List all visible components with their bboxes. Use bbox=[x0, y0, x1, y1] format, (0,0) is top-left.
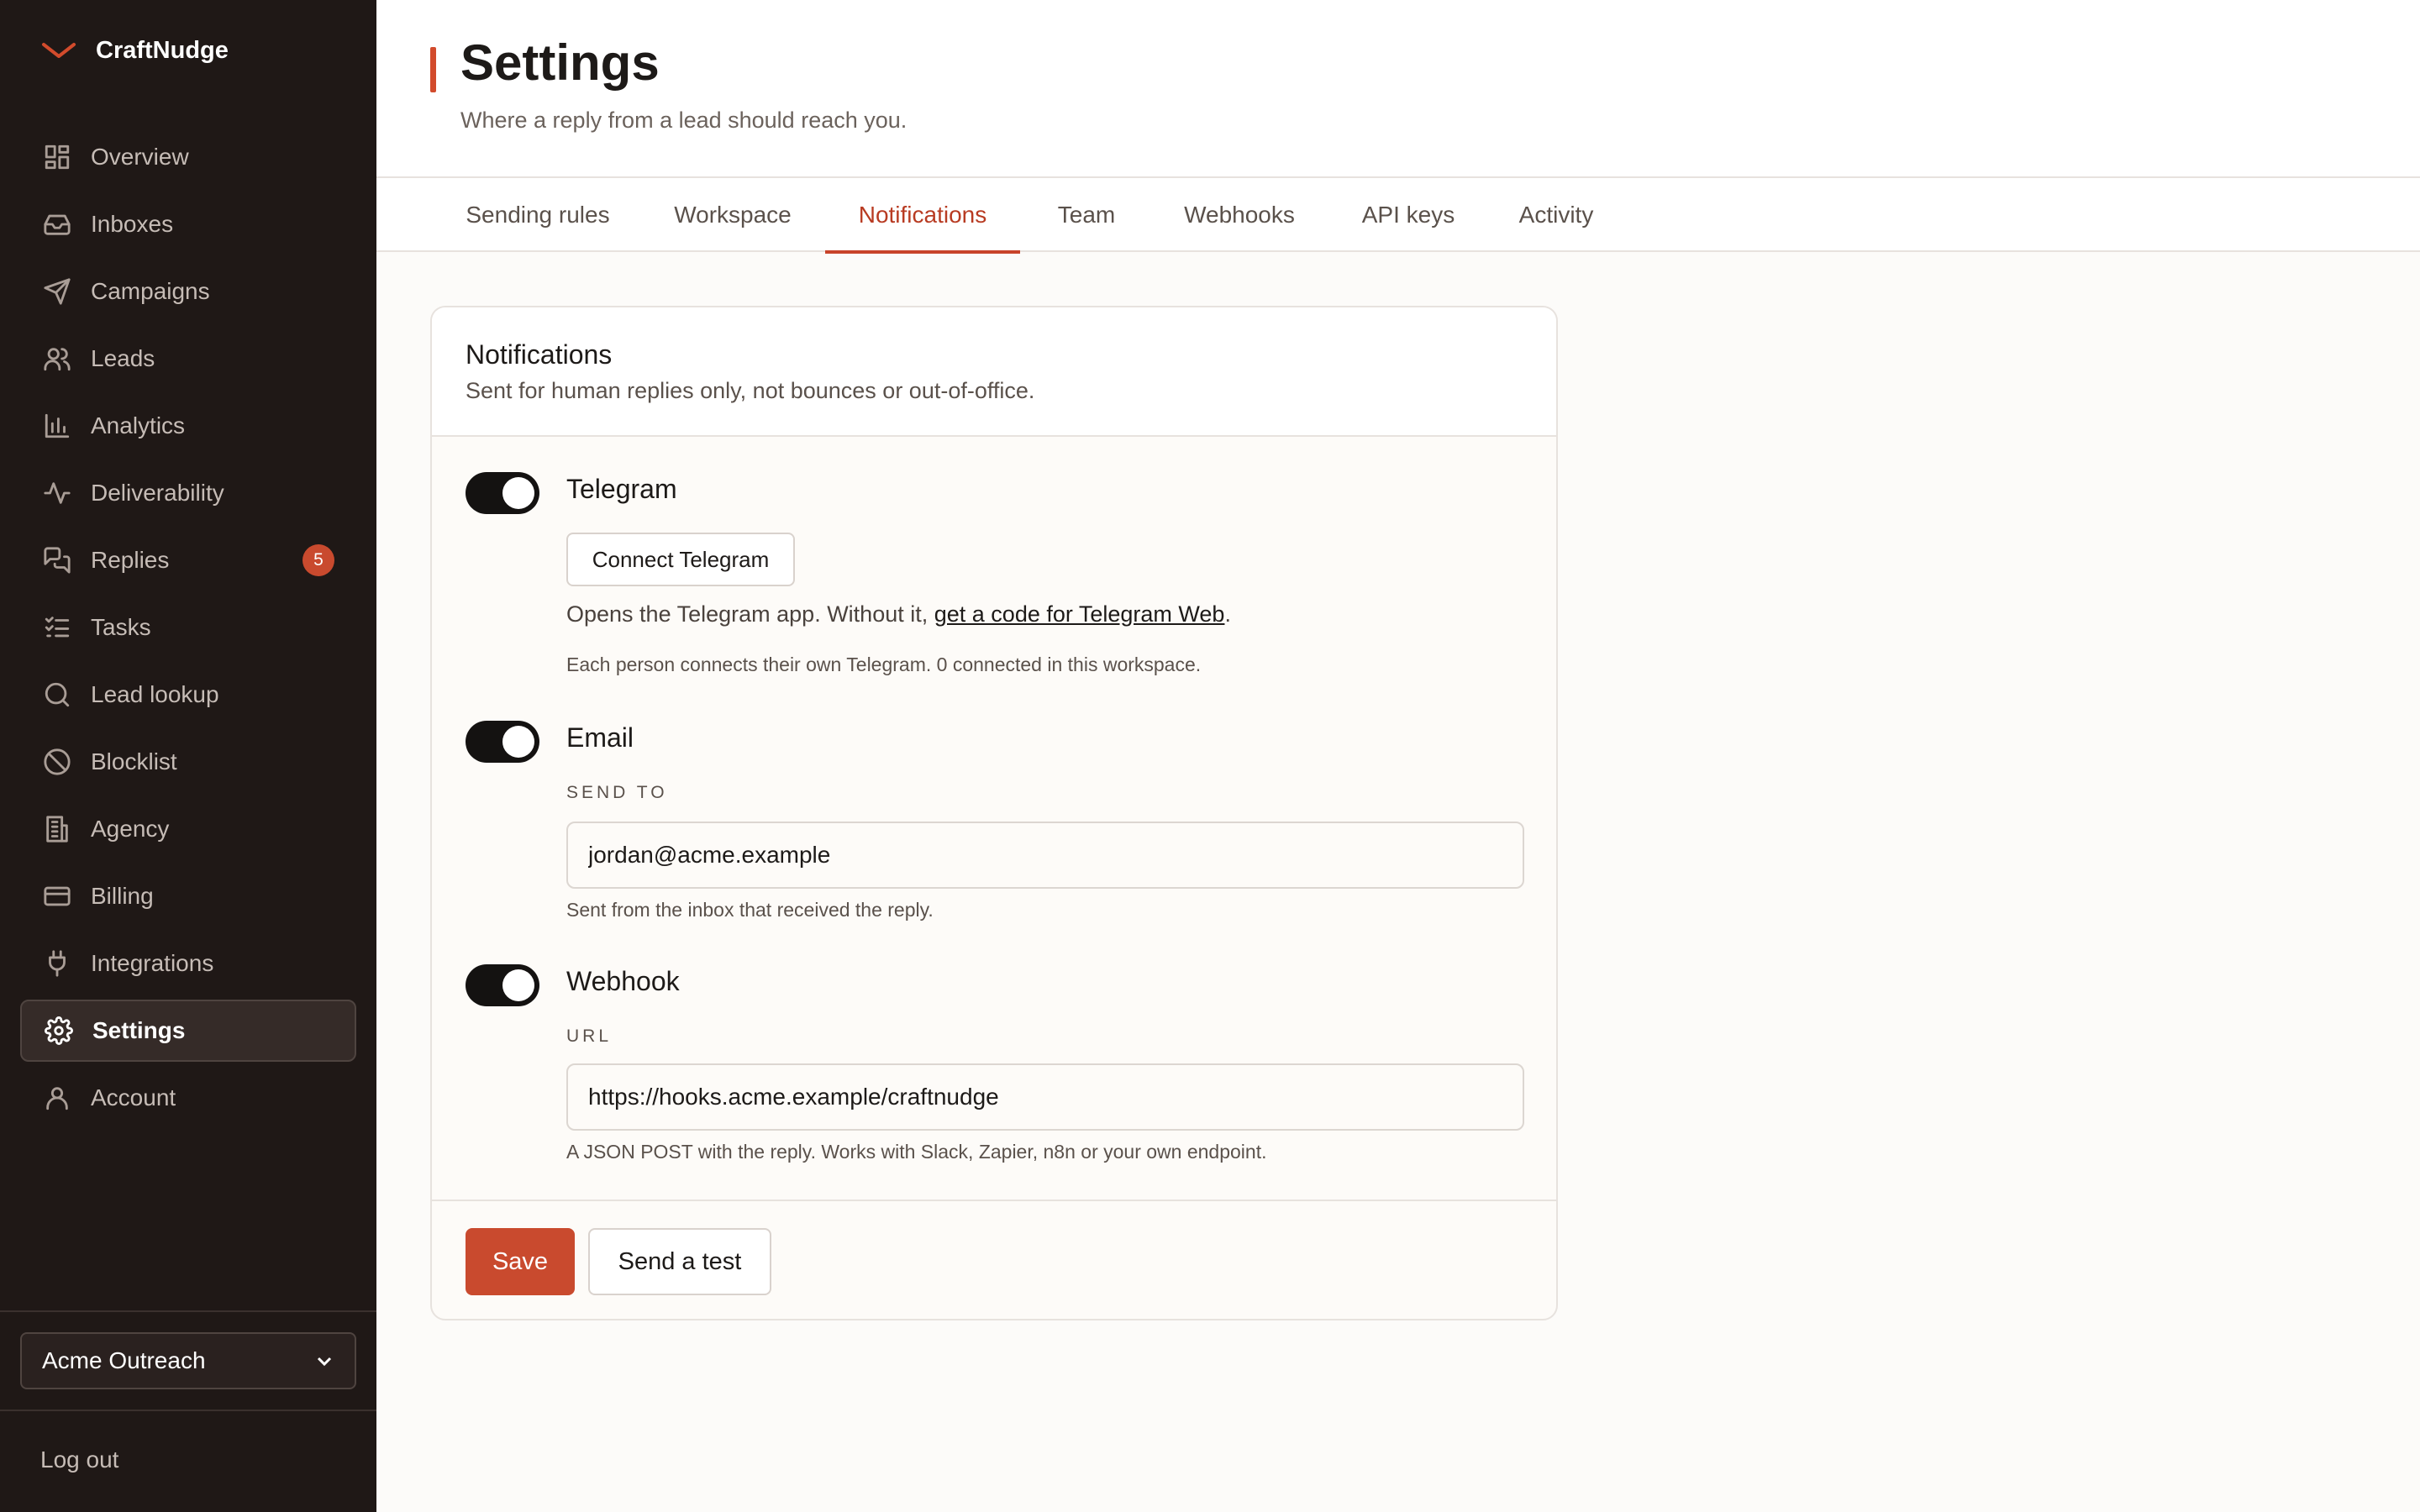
sidebar-item-label: Account bbox=[91, 1084, 176, 1110]
sidebar-item-label: Integrations bbox=[91, 950, 214, 976]
notifications-card: Notifications Sent for human replies onl… bbox=[430, 306, 1558, 1320]
webhook-channel-name: Webhook bbox=[566, 966, 680, 996]
building-icon bbox=[42, 814, 72, 844]
tab-activity[interactable]: Activity bbox=[1496, 178, 1617, 252]
sidebar-item-label: Analytics bbox=[91, 412, 186, 438]
gear-icon bbox=[44, 1016, 74, 1046]
email-channel-name: Email bbox=[566, 722, 634, 753]
sidebar-item-deliverability[interactable]: Deliverability bbox=[20, 462, 356, 524]
sidebar-divider bbox=[0, 1310, 376, 1312]
sidebar-item-account[interactable]: Account bbox=[20, 1067, 356, 1129]
users-icon bbox=[42, 344, 72, 374]
sidebar-item-leads[interactable]: Leads bbox=[20, 328, 356, 390]
main-content: Settings Where a reply from a lead shoul… bbox=[376, 0, 2420, 1512]
workspace-select-value: Acme Outreach bbox=[42, 1347, 206, 1373]
webhook-toggle[interactable] bbox=[466, 964, 539, 1006]
send-to-email-input[interactable] bbox=[566, 822, 1524, 889]
sidebar-item-label: Agency bbox=[91, 816, 170, 842]
pulse-icon bbox=[42, 478, 72, 508]
card-title: Notifications bbox=[466, 339, 613, 370]
sidebar-item-label: Lead lookup bbox=[91, 681, 219, 707]
webhook-url-input[interactable] bbox=[566, 1063, 1524, 1131]
card-header: Notifications Sent for human replies onl… bbox=[432, 307, 1556, 437]
telegram-connected-note: Each person connects their own Telegram.… bbox=[566, 654, 1202, 675]
telegram-help-suffix: . bbox=[1224, 601, 1231, 627]
brand-name: CraftNudge bbox=[96, 37, 229, 64]
webhook-url-label: URL bbox=[566, 1026, 613, 1046]
card-footer-divider bbox=[432, 1200, 1556, 1201]
sidebar-item-label: Billing bbox=[91, 883, 154, 909]
plug-icon bbox=[42, 948, 72, 979]
checklist-icon bbox=[42, 612, 72, 643]
sidebar-item-tasks[interactable]: Tasks bbox=[20, 596, 356, 659]
brand[interactable]: CraftNudge bbox=[40, 37, 229, 65]
sidebar-item-label: Leads bbox=[91, 345, 155, 371]
chat-icon bbox=[42, 545, 72, 575]
ban-icon bbox=[42, 747, 72, 777]
tab-workspace[interactable]: Workspace bbox=[662, 178, 803, 252]
sidebar-item-label: Tasks bbox=[91, 614, 151, 640]
bar-chart-icon bbox=[42, 411, 72, 441]
telegram-channel-name: Telegram bbox=[566, 474, 677, 504]
tab-team[interactable]: Team bbox=[1047, 178, 1126, 252]
sidebar-item-billing[interactable]: Billing bbox=[20, 865, 356, 927]
telegram-web-code-link[interactable]: get a code for Telegram Web bbox=[934, 601, 1225, 627]
sidebar-item-label: Blocklist bbox=[91, 748, 177, 774]
page-title: Settings bbox=[460, 34, 660, 91]
sidebar-item-settings[interactable]: Settings bbox=[20, 1000, 356, 1062]
sidebar-divider bbox=[0, 1410, 376, 1411]
sidebar-item-replies[interactable]: Replies 5 bbox=[20, 529, 356, 591]
tab-notifications[interactable]: Notifications bbox=[825, 178, 1020, 254]
page-subtitle: Where a reply from a lead should reach y… bbox=[460, 108, 908, 133]
send-test-button[interactable]: Send a test bbox=[588, 1228, 771, 1295]
sidebar-item-overview[interactable]: Overview bbox=[20, 126, 356, 188]
webhook-help-note: A JSON POST with the reply. Works with S… bbox=[566, 1141, 1267, 1163]
chevron-down-icon bbox=[317, 1357, 332, 1367]
email-help-note: Sent from the inbox that received the re… bbox=[566, 899, 934, 921]
sidebar-item-analytics[interactable]: Analytics bbox=[20, 395, 356, 457]
sidebar: CraftNudge Overview Inboxes Campaigns Le… bbox=[0, 0, 376, 1512]
sidebar-item-label: Replies bbox=[91, 547, 170, 573]
tab-sending-rules[interactable]: Sending rules bbox=[457, 178, 618, 252]
replies-count-badge: 5 bbox=[302, 544, 334, 576]
sidebar-item-agency[interactable]: Agency bbox=[20, 798, 356, 860]
sidebar-item-label: Inboxes bbox=[91, 211, 174, 237]
sidebar-item-campaigns[interactable]: Campaigns bbox=[20, 260, 356, 323]
email-toggle[interactable] bbox=[466, 721, 539, 763]
save-button[interactable]: Save bbox=[466, 1228, 575, 1295]
telegram-help-text: Opens the Telegram app. Without it, get … bbox=[566, 601, 1231, 627]
send-to-label: SEND TO bbox=[566, 783, 668, 802]
telegram-help-prefix: Opens the Telegram app. Without it, bbox=[566, 601, 934, 627]
sidebar-item-inboxes[interactable]: Inboxes bbox=[20, 193, 356, 255]
tab-webhooks[interactable]: Webhooks bbox=[1150, 178, 1329, 252]
title-accent-bar bbox=[430, 47, 436, 92]
settings-tabs: Sending rules Workspace Notifications Te… bbox=[376, 178, 2420, 254]
sidebar-item-integrations[interactable]: Integrations bbox=[20, 932, 356, 995]
sidebar-nav: Overview Inboxes Campaigns Leads Analyti… bbox=[20, 126, 356, 1134]
logout-link[interactable]: Log out bbox=[40, 1446, 118, 1473]
page-header: Settings Where a reply from a lead shoul… bbox=[376, 0, 2420, 178]
card-subtitle: Sent for human replies only, not bounces… bbox=[466, 378, 1035, 403]
tab-api-keys[interactable]: API keys bbox=[1348, 178, 1469, 252]
grid-icon bbox=[42, 142, 72, 172]
inbox-icon bbox=[42, 209, 72, 239]
telegram-toggle[interactable] bbox=[466, 472, 539, 514]
sidebar-item-label: Campaigns bbox=[91, 278, 210, 304]
sidebar-item-lead-lookup[interactable]: Lead lookup bbox=[20, 664, 356, 726]
sidebar-item-blocklist[interactable]: Blocklist bbox=[20, 731, 356, 793]
credit-card-icon bbox=[42, 881, 72, 911]
sidebar-item-label: Deliverability bbox=[91, 480, 224, 506]
search-icon bbox=[42, 680, 72, 710]
send-icon bbox=[42, 276, 72, 307]
user-icon bbox=[42, 1083, 72, 1113]
connect-telegram-button[interactable]: Connect Telegram bbox=[566, 533, 795, 586]
brand-logo-icon bbox=[42, 42, 76, 58]
workspace-select[interactable]: Acme Outreach bbox=[20, 1332, 356, 1389]
sidebar-item-label: Settings bbox=[92, 1017, 186, 1043]
sidebar-item-label: Overview bbox=[91, 144, 189, 170]
